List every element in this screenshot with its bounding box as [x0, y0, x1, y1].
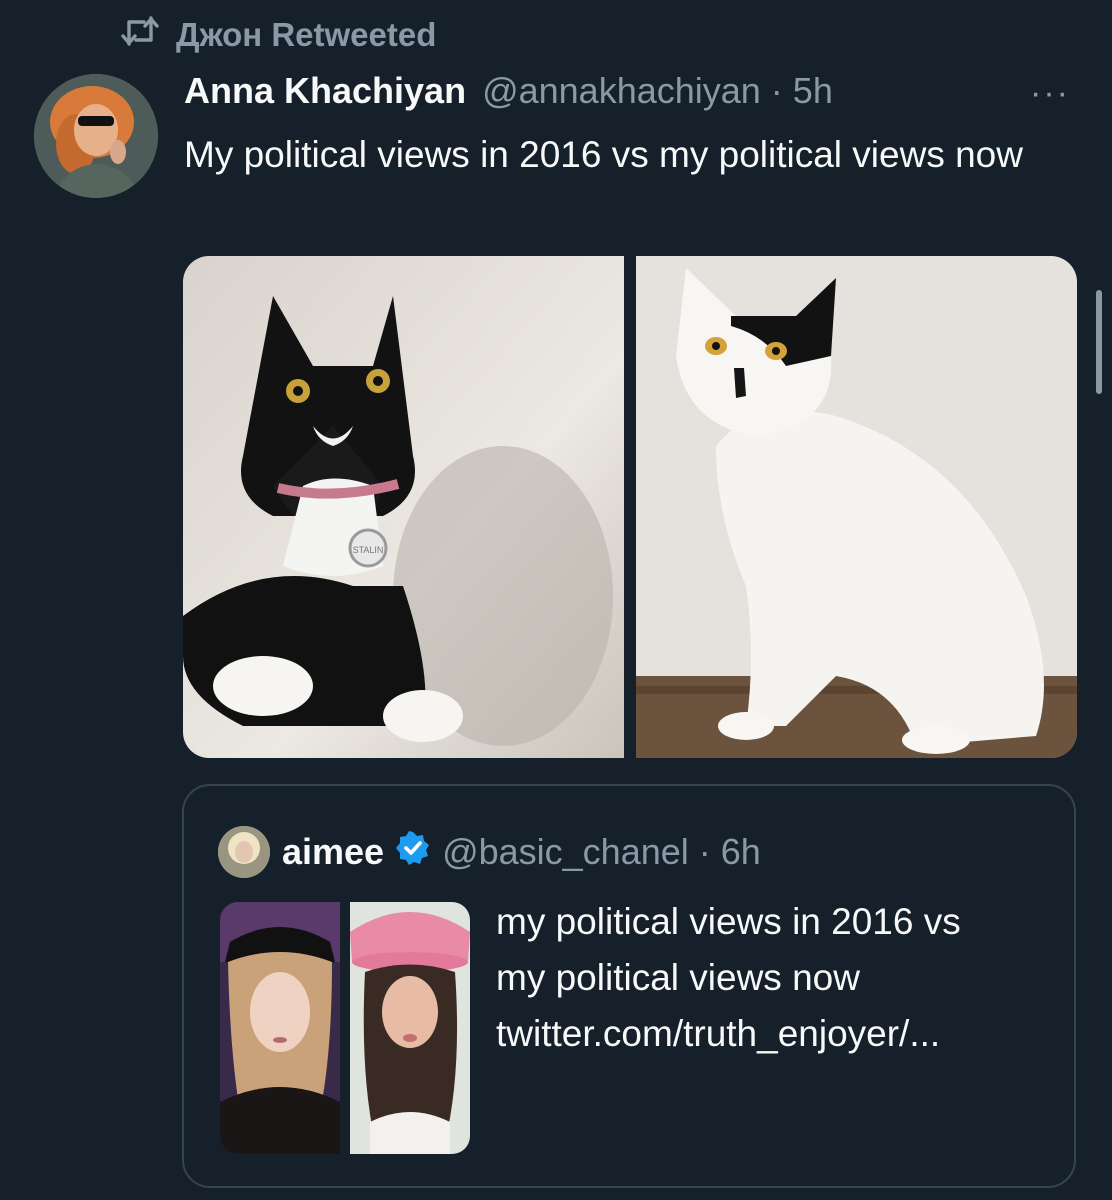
quote-header: aimee @basic_chanel · 6h [218, 826, 761, 878]
timeline-screen: Джон Retweeted Anna Khachiyan @annakhach… [0, 0, 1112, 1200]
media-image-right[interactable] [636, 256, 1077, 758]
quoted-tweet[interactable]: aimee @basic_chanel · 6h my political vi… [182, 784, 1076, 1188]
quote-text: my political views in 2016 vs my politic… [496, 894, 1056, 1062]
quote-media[interactable] [220, 902, 470, 1154]
retweet-icon [120, 14, 160, 56]
quote-text-line: my political views now [496, 957, 860, 998]
quote-media-left[interactable] [220, 902, 340, 1154]
media-image-left[interactable]: STALIN [183, 256, 624, 758]
quote-author-name[interactable]: aimee [282, 831, 384, 873]
quote-text-line: my political views in 2016 vs [496, 901, 961, 942]
verified-badge-icon [396, 830, 430, 874]
retweet-label: Джон Retweeted [176, 16, 437, 53]
author-avatar[interactable] [34, 74, 158, 198]
tweet-header: Anna Khachiyan @annakhachiyan · 5h [184, 70, 833, 112]
quote-media-right[interactable] [350, 902, 470, 1154]
scrollbar[interactable] [1096, 290, 1102, 394]
author-name[interactable]: Anna Khachiyan [184, 70, 466, 112]
tweet-text: My political views in 2016 vs my politic… [184, 134, 1023, 175]
quote-author-avatar[interactable] [218, 826, 270, 878]
ellipsis-icon[interactable]: ··· [1030, 74, 1070, 113]
quote-handle-time[interactable]: @basic_chanel · 6h [442, 831, 761, 873]
quote-link[interactable]: twitter.com/truth_enjoyer/... [496, 1006, 1056, 1062]
svg-text:STALIN: STALIN [353, 545, 384, 555]
tweet-media[interactable]: STALIN [183, 256, 1077, 758]
retweet-indicator[interactable]: Джон Retweeted [120, 14, 436, 56]
author-handle-time[interactable]: @annakhachiyan · 5h [482, 70, 833, 112]
